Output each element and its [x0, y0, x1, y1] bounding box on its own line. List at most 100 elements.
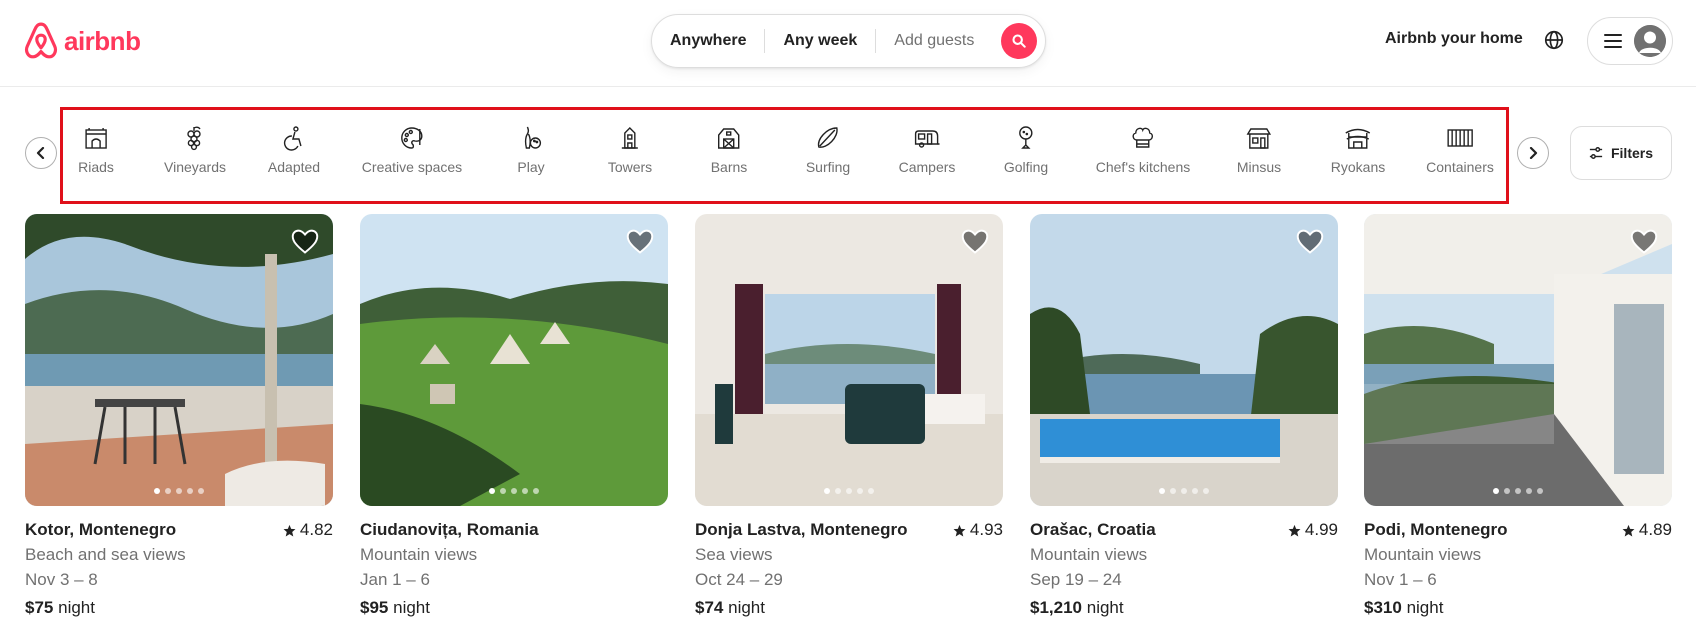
heart-icon[interactable] [1296, 228, 1324, 256]
category-chefs-kitchens[interactable]: Chef's kitchens [1095, 125, 1191, 175]
category-towers[interactable]: Towers [608, 125, 652, 175]
listing-image [695, 214, 1003, 506]
category-label: Riads [78, 159, 114, 175]
listing-rating: 4.89 [1622, 520, 1672, 540]
category-golfing[interactable]: Golfing [1004, 125, 1048, 175]
category-riads[interactable]: Riads [78, 125, 114, 175]
category-label: Creative spaces [361, 159, 463, 175]
price-unit: night [58, 598, 95, 617]
airbnb-logo[interactable]: airbnb [24, 22, 141, 60]
category-surfing[interactable]: Surfing [806, 125, 850, 175]
categories-prev-button[interactable] [25, 137, 57, 169]
category-label: Vineyards [163, 159, 227, 175]
airbnb-your-home-link[interactable]: Airbnb your home [1385, 30, 1523, 48]
price-amount: $310 [1364, 598, 1402, 617]
category-creative-spaces[interactable]: Creative spaces [362, 125, 462, 175]
rating-value: 4.93 [969, 520, 1003, 539]
star-icon [953, 524, 966, 536]
category-campers[interactable]: Campers [898, 125, 956, 175]
listing-photo[interactable] [25, 214, 333, 506]
price-amount: $74 [695, 598, 724, 617]
star-icon [1288, 524, 1301, 536]
heart-icon[interactable] [291, 228, 319, 256]
tower-icon [621, 127, 638, 149]
price-unit: night [393, 598, 430, 617]
listing-card[interactable]: Donja Lastva, Montenegro 4.93 Sea views … [695, 214, 1003, 618]
listing-image [360, 214, 668, 506]
category-containers[interactable]: Containers [1426, 125, 1494, 175]
search-bar[interactable]: Anywhere Any week Add guests [651, 14, 1046, 68]
bowling-icon [524, 126, 541, 149]
hamburger-icon [1604, 34, 1622, 48]
category-bar: Riads Vineyards Adapted Creative spaces … [60, 107, 1509, 204]
category-ryokans[interactable]: Ryokans [1331, 125, 1385, 175]
category-label: Play [517, 159, 545, 175]
search-icon [1012, 34, 1026, 48]
listing-photo[interactable] [1364, 214, 1672, 506]
price-amount: $1,210 [1030, 598, 1082, 617]
listing-subtitle: Mountain views [1030, 545, 1148, 564]
grapes-icon [187, 126, 201, 151]
listing-card[interactable]: Ciudanovița, Romania Mountain views Jan … [360, 214, 668, 618]
airbnb-logo-icon [24, 22, 58, 59]
star-icon [1622, 524, 1635, 536]
listing-photo[interactable] [1030, 214, 1338, 506]
filters-button[interactable]: Filters [1570, 126, 1672, 180]
carousel-dots [1493, 488, 1543, 494]
categories-next-button[interactable] [1517, 137, 1549, 169]
listing-dates: Sep 19 – 24 [1030, 570, 1122, 589]
search-where[interactable]: Anywhere [652, 32, 764, 50]
barn-icon [718, 128, 740, 149]
price-amount: $95 [360, 598, 389, 617]
chevron-right-icon [1529, 147, 1538, 159]
heart-icon[interactable] [626, 228, 654, 256]
search-button[interactable] [1001, 23, 1037, 59]
listing-rating: 4.82 [283, 520, 333, 540]
user-menu-button[interactable] [1587, 17, 1673, 65]
search-when[interactable]: Any week [765, 32, 875, 50]
listing-image [1030, 214, 1338, 506]
category-label: Towers [607, 159, 653, 175]
search-guests[interactable]: Add guests [876, 32, 992, 50]
user-avatar-icon [1634, 25, 1666, 57]
listing-rating: 4.99 [1288, 520, 1338, 540]
price-unit: night [728, 598, 765, 617]
category-label: Chef's kitchens [1095, 159, 1191, 175]
category-play[interactable]: Play [517, 125, 545, 175]
carousel-dots [1159, 488, 1209, 494]
listing-dates: Jan 1 – 6 [360, 570, 430, 589]
top-header: airbnb Anywhere Any week Add guests Airb… [0, 0, 1696, 87]
listing-photo[interactable] [360, 214, 668, 506]
category-adapted[interactable]: Adapted [268, 125, 320, 175]
category-vineyards[interactable]: Vineyards [164, 125, 226, 175]
carousel-dots [489, 488, 539, 494]
chevron-left-icon [36, 147, 45, 159]
listing-card[interactable]: Orašac, Croatia 4.99 Mountain views Sep … [1030, 214, 1338, 618]
brand-name: airbnb [64, 25, 141, 56]
palette-icon [401, 127, 423, 149]
riad-icon [85, 128, 107, 149]
price-amount: $75 [25, 598, 54, 617]
surfboard-icon [818, 127, 838, 148]
category-label: Golfing [1003, 159, 1049, 175]
heart-icon[interactable] [961, 228, 989, 256]
listing-rating: 4.93 [953, 520, 1003, 540]
category-label: Barns [710, 159, 748, 175]
category-barns[interactable]: Barns [710, 125, 748, 175]
listing-card[interactable]: Podi, Montenegro 4.89 Mountain views Nov… [1364, 214, 1672, 618]
listing-subtitle: Mountain views [360, 545, 478, 564]
listing-location: Ciudanovița, Romania [360, 520, 539, 539]
listing-subtitle: Mountain views [1364, 545, 1482, 564]
price-unit: night [1406, 598, 1444, 617]
listing-dates: Nov 1 – 6 [1364, 570, 1437, 589]
category-label: Campers [898, 159, 956, 175]
rating-value: 4.99 [1304, 520, 1338, 539]
star-icon [283, 524, 296, 536]
camper-icon [915, 130, 940, 148]
heart-icon[interactable] [1630, 228, 1658, 256]
listing-card[interactable]: Kotor, Montenegro 4.82 Beach and sea vie… [25, 214, 333, 618]
globe-icon[interactable] [1543, 29, 1565, 51]
ryokan-icon [1345, 128, 1371, 149]
category-minsus[interactable]: Minsus [1237, 125, 1281, 175]
listing-photo[interactable] [695, 214, 1003, 506]
